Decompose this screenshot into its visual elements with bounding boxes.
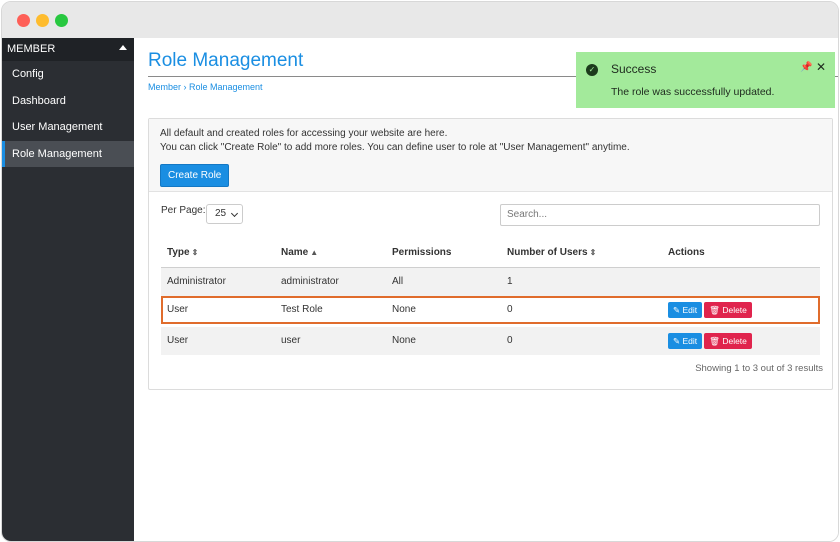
cell-users: 0	[507, 304, 513, 315]
sort-icon: ⇕	[191, 248, 199, 257]
cell-name: administrator	[281, 276, 339, 287]
sidebar-header-label: MEMBER	[7, 43, 56, 55]
cell-users: 1	[507, 276, 513, 287]
table-row: Administrator administrator All 1	[161, 268, 820, 296]
row-actions: ✎ Edit 🗑 Delete	[668, 327, 752, 349]
roles-table: Type ⇕ Name ▲ Permissions Number of Users ⇕…	[161, 239, 820, 355]
toast-message: The role was successfully updated.	[611, 86, 775, 98]
search-input[interactable]: Search...	[500, 204, 820, 226]
sidebar-section-member[interactable]: MEMBER	[2, 38, 134, 61]
pin-icon[interactable]: 📌	[800, 62, 812, 73]
sort-icon: ⇕	[589, 248, 597, 257]
delete-button[interactable]: 🗑 Delete	[704, 333, 752, 349]
toast-title: Success	[611, 62, 657, 76]
pencil-icon: ✎	[673, 336, 681, 346]
breadcrumb[interactable]: Member › Role Management	[148, 82, 263, 92]
edit-button[interactable]: ✎ Edit	[668, 333, 703, 349]
sidebar-item-role-management[interactable]: Role Management	[2, 140, 134, 167]
cell-type: Administrator	[167, 276, 226, 287]
per-page-value: 25	[215, 208, 227, 219]
check-circle-icon: ✓	[586, 64, 598, 76]
results-summary: Showing 1 to 3 out of 3 results	[695, 363, 823, 374]
sidebar: MEMBER Config Dashboard User Management …	[2, 38, 134, 541]
maximize-window-button[interactable]	[55, 14, 68, 27]
per-page-label: Per Page:	[161, 205, 206, 216]
cell-type: User	[167, 304, 189, 315]
roles-card: All default and created roles for access…	[148, 118, 833, 390]
chevron-down-icon	[230, 209, 239, 218]
column-header-actions: Actions	[668, 247, 705, 258]
edit-button[interactable]: ✎ Edit	[668, 302, 703, 318]
column-header-type[interactable]: Type ⇕	[167, 239, 198, 267]
delete-button[interactable]: 🗑 Delete	[704, 302, 752, 318]
success-toast: ✓ Success The role was successfully upda…	[576, 52, 835, 108]
browser-window: MEMBER Config Dashboard User Management …	[1, 1, 839, 542]
close-window-button[interactable]	[17, 14, 30, 27]
column-header-permissions: Permissions	[392, 247, 452, 258]
cell-permissions: All	[392, 276, 404, 287]
cell-permissions: None	[392, 335, 416, 346]
info-line-1: All default and created roles for access…	[160, 128, 448, 139]
column-header-name[interactable]: Name ▲	[281, 239, 318, 267]
minimize-window-button[interactable]	[36, 14, 49, 27]
create-role-button[interactable]: Create Role	[160, 164, 230, 187]
trash-icon: 🗑	[709, 336, 720, 346]
row-actions: ✎ Edit 🗑 Delete	[668, 296, 752, 318]
sidebar-item-user-management[interactable]: User Management	[2, 114, 134, 141]
window-titlebar	[2, 2, 838, 39]
column-header-number-of-users[interactable]: Number of Users ⇕	[507, 239, 596, 267]
cell-name: user	[281, 335, 301, 346]
table-header-row: Type ⇕ Name ▲ Permissions Number of Users ⇕…	[161, 239, 820, 268]
cell-name: Test Role	[281, 304, 323, 315]
sidebar-item-dashboard[interactable]: Dashboard	[2, 88, 134, 115]
caret-up-icon	[119, 45, 127, 50]
card-header: All default and created roles for access…	[149, 119, 832, 192]
page-title: Role Management	[148, 50, 304, 71]
cell-users: 0	[507, 335, 513, 346]
cell-permissions: None	[392, 304, 416, 315]
pencil-icon: ✎	[673, 305, 681, 315]
table-row-highlighted: User Test Role None 0 ✎ Edit 🗑 Delete	[161, 296, 820, 324]
sidebar-item-config[interactable]: Config	[2, 61, 134, 88]
main-content: Role Management Member › Role Management…	[134, 38, 838, 541]
table-row: User user None 0 ✎ Edit 🗑 Delete	[161, 327, 820, 355]
trash-icon: 🗑	[709, 305, 720, 315]
info-line-2: You can click "Create Role" to add more …	[160, 142, 630, 153]
per-page-select[interactable]: 25	[206, 204, 243, 224]
cell-type: User	[167, 335, 189, 346]
sort-asc-icon: ▲	[310, 248, 319, 257]
close-icon[interactable]: ✕	[816, 60, 826, 74]
